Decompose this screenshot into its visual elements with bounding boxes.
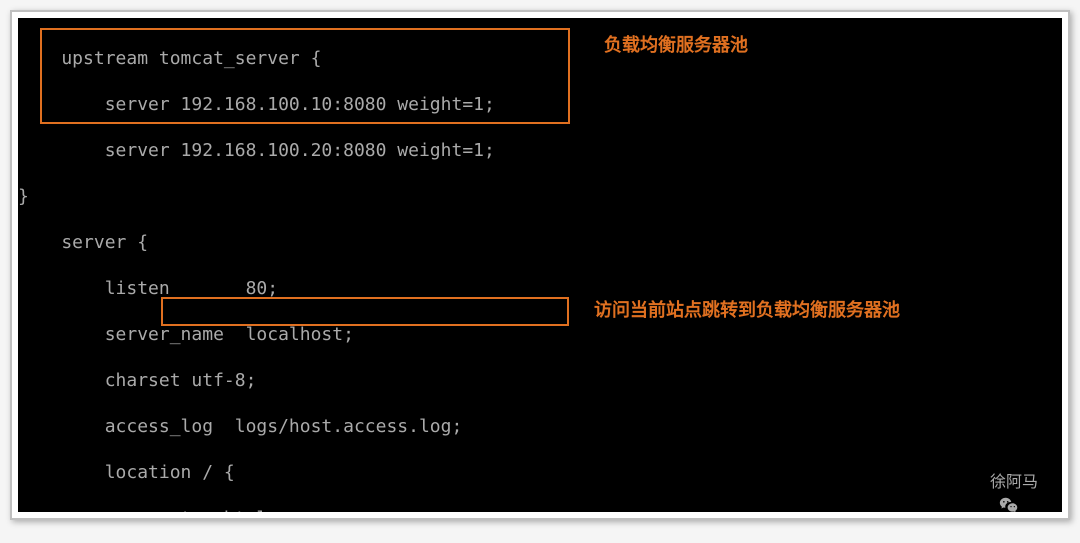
annotation-upstream-label: 负载均衡服务器池 — [604, 34, 748, 57]
highlight-proxypass-box — [161, 297, 569, 326]
code-line: root html; — [18, 507, 1062, 512]
code-line: server 192.168.100.20:8080 weight=1; — [18, 139, 1062, 162]
code-line: access_log logs/host.access.log; — [18, 415, 1062, 438]
code-line: } — [18, 185, 1062, 208]
wechat-icon — [962, 472, 984, 494]
watermark: 徐阿马 — [962, 471, 1038, 494]
code-line: server_name localhost; — [18, 323, 1062, 346]
watermark-text: 徐阿马 — [990, 471, 1038, 494]
code-line: upstream tomcat_server { — [18, 47, 1062, 70]
code-line: charset utf-8; — [18, 369, 1062, 392]
terminal-content: upstream tomcat_server { server 192.168.… — [18, 18, 1062, 512]
code-line: server 192.168.100.10:8080 weight=1; — [18, 93, 1062, 116]
terminal-frame: upstream tomcat_server { server 192.168.… — [10, 10, 1070, 520]
code-line: server { — [18, 231, 1062, 254]
code-line: listen 80; — [18, 277, 1062, 300]
code-line: location / { — [18, 461, 1062, 484]
annotation-proxypass-label: 访问当前站点跳转到负载均衡服务器池 — [594, 299, 900, 322]
